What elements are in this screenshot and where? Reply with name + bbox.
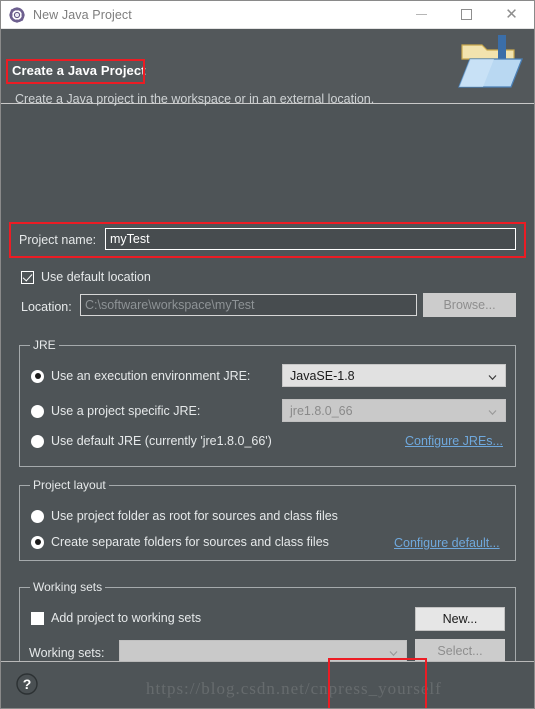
- dialog-header: Create a Java Project Create a Java proj…: [1, 29, 534, 106]
- project-jre-combo[interactable]: jre1.8.0_66: [282, 399, 506, 422]
- dialog-footer: ? < Back Next > Finish Cancel: [1, 661, 534, 708]
- configure-jres-link[interactable]: Configure JREs...: [405, 434, 503, 448]
- window-title: New Java Project: [33, 7, 132, 22]
- configure-default-link[interactable]: Configure default...: [394, 536, 500, 550]
- checkbox-icon: [21, 270, 34, 284]
- new-java-project-dialog: New Java Project ✕ Create a Java Project…: [0, 0, 535, 709]
- dialog-body: Project name: myTest Use default locatio…: [1, 104, 534, 677]
- new-working-set-button[interactable]: New...: [415, 607, 505, 631]
- select-working-set-button[interactable]: Select...: [415, 639, 505, 663]
- working-sets-label: Working sets:: [29, 646, 105, 660]
- add-to-working-sets-checkbox[interactable]: Add project to working sets: [31, 611, 201, 625]
- location-input[interactable]: C:\software\workspace\myTest: [80, 294, 417, 316]
- radio-separate-folders[interactable]: Create separate folders for sources and …: [31, 535, 329, 549]
- location-label: Location:: [21, 300, 72, 314]
- checkbox-icon: [31, 611, 44, 625]
- chevron-down-icon: [488, 406, 497, 415]
- add-to-working-sets-label: Add project to working sets: [51, 611, 202, 625]
- execution-env-combo-value: JavaSE-1.8: [290, 368, 355, 383]
- help-icon[interactable]: ?: [16, 673, 38, 695]
- radio-icon: [31, 509, 44, 523]
- radio-project-folder-root[interactable]: Use project folder as root for sources a…: [31, 509, 338, 523]
- project-layout-group-title: Project layout: [30, 478, 109, 492]
- radio-icon: [31, 369, 44, 383]
- maximize-icon[interactable]: [444, 1, 489, 28]
- project-jre-combo-value: jre1.8.0_66: [290, 403, 353, 418]
- radio-use-default-jre[interactable]: Use default JRE (currently 'jre1.8.0_66'…: [31, 434, 272, 448]
- svg-text:?: ?: [23, 676, 32, 692]
- java-project-icon: [9, 6, 25, 23]
- radio-use-project-specific-jre[interactable]: Use a project specific JRE:: [31, 404, 200, 418]
- radio-label: Use an execution environment JRE:: [51, 369, 251, 383]
- title-bar: New Java Project ✕: [1, 1, 534, 29]
- chevron-down-icon: [389, 647, 398, 656]
- radio-use-execution-env-jre[interactable]: Use an execution environment JRE:: [31, 369, 250, 383]
- use-default-location-checkbox[interactable]: Use default location: [21, 270, 151, 284]
- browse-button[interactable]: Browse...: [423, 293, 516, 317]
- radio-icon: [31, 434, 44, 448]
- page-title: Create a Java Project: [12, 63, 146, 78]
- radio-icon: [31, 535, 44, 549]
- working-sets-combo[interactable]: [119, 640, 407, 663]
- minimize-icon[interactable]: [399, 1, 444, 28]
- close-icon[interactable]: ✕: [489, 1, 534, 28]
- open-folder-java-icon: [454, 31, 526, 99]
- jre-group-title: JRE: [30, 338, 59, 352]
- project-name-input[interactable]: myTest: [105, 228, 516, 250]
- radio-label: Use default JRE (currently 'jre1.8.0_66'…: [51, 434, 272, 448]
- radio-label: Use a project specific JRE:: [51, 404, 201, 418]
- chevron-down-icon: [488, 371, 497, 380]
- working-sets-group-title: Working sets: [30, 580, 106, 594]
- radio-label: Create separate folders for sources and …: [51, 535, 329, 549]
- execution-env-combo[interactable]: JavaSE-1.8: [282, 364, 506, 387]
- radio-icon: [31, 404, 44, 418]
- use-default-location-label: Use default location: [41, 270, 151, 284]
- radio-label: Use project folder as root for sources a…: [51, 509, 338, 523]
- window-controls: ✕: [399, 1, 534, 28]
- project-name-label: Project name:: [19, 233, 97, 247]
